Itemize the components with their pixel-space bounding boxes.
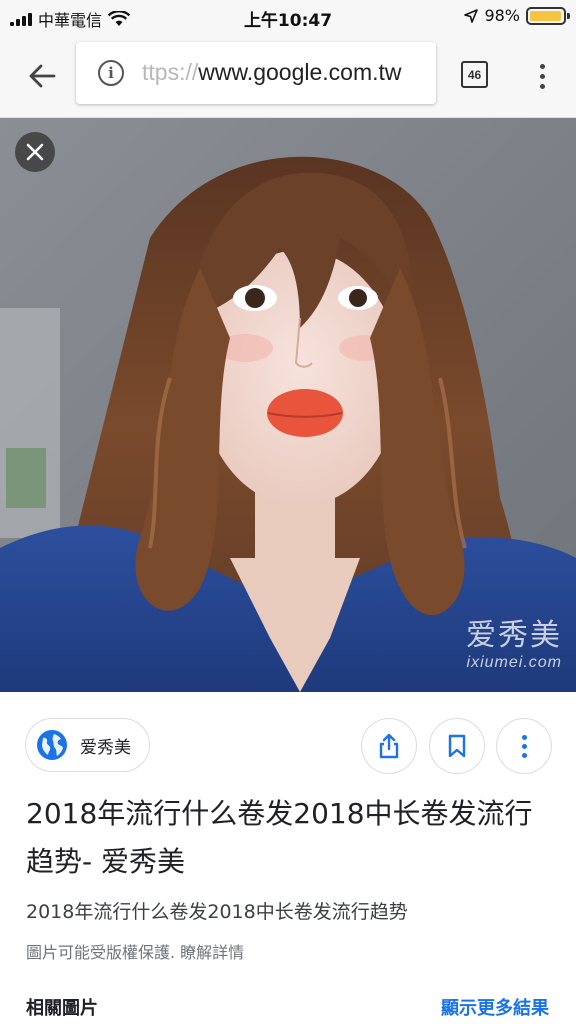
tab-switcher-button[interactable]: 46 <box>461 61 488 88</box>
battery-icon <box>526 6 570 25</box>
more-vert-icon[interactable] <box>530 58 554 94</box>
result-title[interactable]: 2018年流行什么卷发2018中长卷发流行趋势- 爱秀美 <box>26 790 546 886</box>
url-scheme: ttps:// <box>142 59 199 85</box>
battery-cap <box>567 12 570 19</box>
arrow-left-icon <box>29 64 56 88</box>
battery-percent: 98% <box>484 6 520 25</box>
status-bar: 中華電信 上午10:47 98% <box>0 0 576 34</box>
share-icon <box>379 733 399 759</box>
globe-icon <box>37 730 67 760</box>
save-button[interactable] <box>429 718 485 774</box>
battery-fill <box>530 10 562 21</box>
watermark-domain: ixiumei.com <box>466 654 562 671</box>
portrait-photo <box>0 118 576 692</box>
url-text[interactable]: ttps://www.google.com.tw <box>142 59 402 86</box>
result-image[interactable]: 爱秀美 ixiumei.com <box>0 118 576 692</box>
related-images-heading: 相關圖片 <box>26 998 98 1019</box>
source-chip[interactable]: 爱秀美 <box>25 718 150 772</box>
back-button[interactable] <box>22 58 62 94</box>
more-vert-icon <box>521 734 527 740</box>
share-button[interactable] <box>361 718 417 774</box>
source-name: 爱秀美 <box>80 737 131 758</box>
close-icon <box>26 143 44 161</box>
more-results-link[interactable]: 顯示更多結果 <box>441 994 549 1020</box>
location-arrow-icon <box>464 8 479 23</box>
url-fade-edge <box>408 42 436 104</box>
result-snippet: 2018年流行什么卷发2018中长卷发流行趋势 <box>26 901 408 923</box>
status-right: 98% <box>464 6 570 25</box>
close-button[interactable] <box>15 132 55 172</box>
url-host: www.google.com.tw <box>198 59 402 85</box>
address-bar[interactable]: i ttps://www.google.com.tw <box>76 42 436 104</box>
bookmark-icon <box>448 734 466 758</box>
watermark-title: 爱秀美 <box>466 618 562 653</box>
more-options-button[interactable] <box>496 718 552 774</box>
browser-toolbar: i ttps://www.google.com.tw 46 <box>0 34 576 118</box>
copyright-note[interactable]: 圖片可能受版權保護. 瞭解詳情 <box>26 939 244 963</box>
info-icon[interactable]: i <box>98 60 124 86</box>
image-watermark: 爱秀美 ixiumei.com <box>466 610 562 672</box>
